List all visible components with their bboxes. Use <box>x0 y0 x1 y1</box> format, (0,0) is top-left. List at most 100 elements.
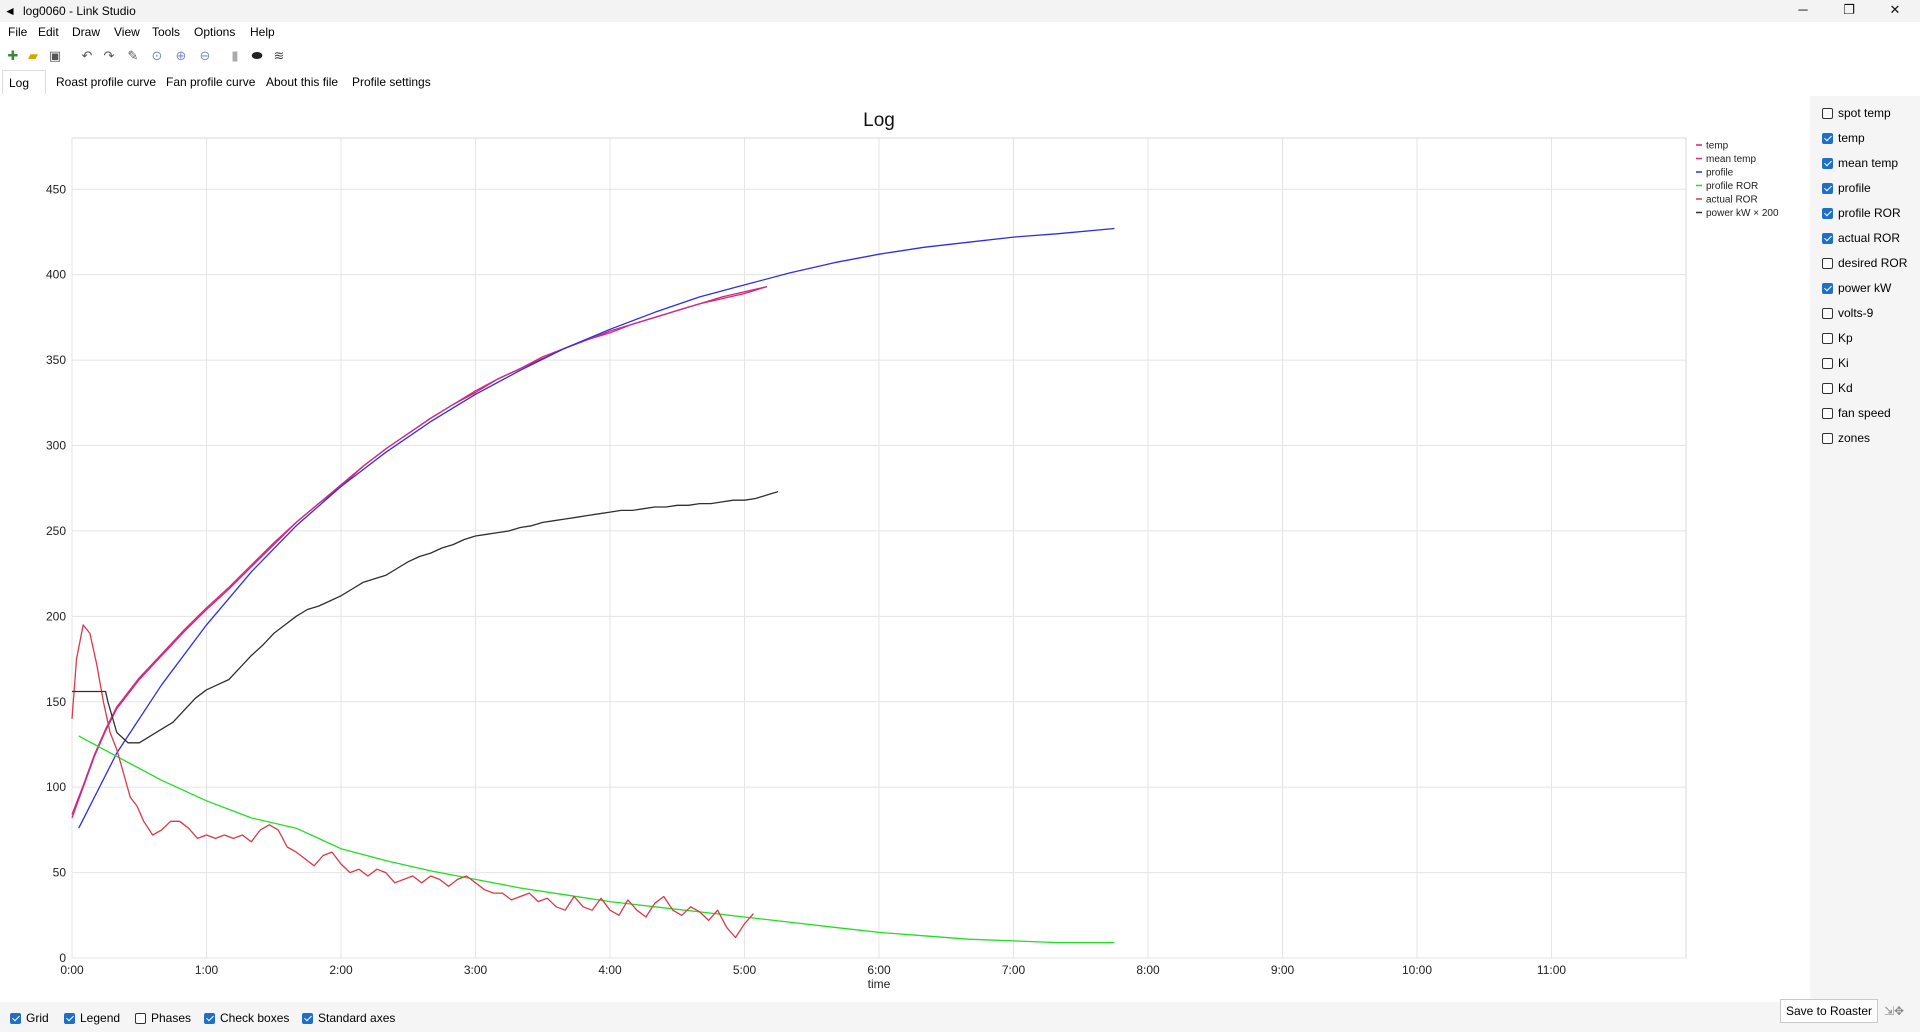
checkbox-box[interactable] <box>1822 107 1833 119</box>
legend-entry: profile <box>1706 168 1734 179</box>
tools-icon[interactable]: ✎ <box>124 47 142 65</box>
x-tick-label: 6:00 <box>867 963 891 977</box>
legend-entry: temp <box>1706 141 1729 152</box>
title-bar: ◄ log0060 - Link Studio ─ ❐ ✕ <box>0 0 1920 22</box>
tab-about-this-file[interactable]: About this file <box>266 70 338 94</box>
tab-roast-profile-curve[interactable]: Roast profile curve <box>56 70 156 94</box>
save-icon[interactable]: ▣ <box>46 47 64 65</box>
checkbox-temp[interactable]: temp <box>1822 129 1865 147</box>
y-tick-label: 450 <box>46 182 66 196</box>
checkbox-check-boxes[interactable]: Check boxes <box>204 1010 289 1026</box>
checkbox-mean-temp[interactable]: mean temp <box>1822 154 1898 172</box>
resize-icon[interactable]: ⇲✥ <box>1884 1004 1912 1022</box>
checkbox-box[interactable] <box>1822 282 1833 294</box>
legend-entry: actual ROR <box>1706 195 1758 206</box>
y-tick-label: 50 <box>53 866 67 880</box>
checkbox-power-kw[interactable]: power kW <box>1822 279 1891 297</box>
new-file-icon[interactable]: ✚ <box>4 47 22 65</box>
y-tick-label: 150 <box>46 695 66 709</box>
checkbox-legend[interactable]: Legend <box>64 1010 120 1026</box>
tab-fan-profile-curve[interactable]: Fan profile curve <box>166 70 255 94</box>
log-chart[interactable]: 0:00 1:00 2:00 3:00 4:00 5:00 6:00 7:00 8:00 9:00… <box>0 96 1810 1002</box>
checkbox-label: profile <box>1838 181 1871 195</box>
checkbox-label: Kd <box>1838 381 1853 395</box>
checkbox-standard-axes[interactable]: Standard axes <box>302 1010 395 1026</box>
zoom-icon[interactable]: ⊙ <box>148 47 166 65</box>
checkbox-box[interactable] <box>1822 207 1833 219</box>
checkbox-box[interactable] <box>204 1012 215 1024</box>
checkbox-profile[interactable]: profile <box>1822 179 1871 197</box>
checkbox-label: Check boxes <box>220 1011 290 1025</box>
checkbox-box[interactable] <box>1822 432 1833 444</box>
checkbox-label: power kW <box>1838 281 1892 295</box>
x-tick-label: 5:00 <box>733 963 757 977</box>
checkbox-box[interactable] <box>1822 407 1833 419</box>
checkbox-box[interactable] <box>64 1012 75 1024</box>
checkbox-box[interactable] <box>135 1012 146 1024</box>
checkbox-grid[interactable]: Grid <box>10 1010 49 1026</box>
x-tick-label: 8:00 <box>1136 963 1160 977</box>
zoom-in-icon[interactable]: ⊕ <box>172 47 190 65</box>
checkbox-label: Phases <box>151 1011 192 1025</box>
checkbox-label: actual ROR <box>1838 231 1901 245</box>
checkbox-box[interactable] <box>1822 357 1833 369</box>
checkbox-label: Standard axes <box>318 1011 396 1025</box>
checkbox-spot-temp[interactable]: spot temp <box>1822 104 1891 122</box>
checkbox-box[interactable] <box>1822 382 1833 394</box>
menu-options[interactable]: Options <box>194 25 235 39</box>
back-arrow-icon[interactable]: ◄ <box>4 4 18 18</box>
checkbox-box[interactable] <box>1822 182 1833 194</box>
menu-help[interactable]: Help <box>250 25 275 39</box>
checkbox-phases[interactable]: Phases <box>135 1010 191 1026</box>
checkbox-label: Grid <box>26 1011 49 1025</box>
open-folder-icon[interactable]: ▰ <box>24 47 42 65</box>
checkbox-kp[interactable]: Kp <box>1822 329 1853 347</box>
maximize-button[interactable]: ❐ <box>1826 0 1872 22</box>
legend-entry: power kW × 200 <box>1706 208 1779 219</box>
menu-file[interactable]: File <box>8 25 27 39</box>
checkbox-actual-ror[interactable]: actual ROR <box>1822 229 1900 247</box>
redo-icon[interactable]: ↷ <box>100 47 118 65</box>
checkbox-box[interactable] <box>1822 132 1833 144</box>
menu-draw[interactable]: Draw <box>72 25 100 39</box>
checkbox-kd[interactable]: Kd <box>1822 379 1853 397</box>
checkbox-ki[interactable]: Ki <box>1822 354 1849 372</box>
checkbox-box[interactable] <box>1822 157 1833 169</box>
y-tick-label: 300 <box>46 439 66 453</box>
minimize-button[interactable]: ─ <box>1780 0 1826 22</box>
y-tick-label: 350 <box>46 353 66 367</box>
bean-icon[interactable]: ⬬ <box>248 47 266 65</box>
checkbox-box[interactable] <box>1822 307 1833 319</box>
y-tick-label: 250 <box>46 524 66 538</box>
checkbox-box[interactable] <box>1822 257 1833 269</box>
checkbox-desired-ror[interactable]: desired ROR <box>1822 254 1907 272</box>
steam-icon[interactable]: ≋ <box>270 47 288 65</box>
divider-icon: ▮ <box>231 48 239 63</box>
close-button[interactable]: ✕ <box>1872 0 1918 22</box>
y-tick-label: 400 <box>46 268 66 282</box>
checkbox-box[interactable] <box>1822 332 1833 344</box>
checkbox-box[interactable] <box>302 1012 313 1024</box>
checkbox-volts-9[interactable]: volts-9 <box>1822 304 1873 322</box>
tab-bar: Log Roast profile curve Fan profile curv… <box>0 70 1920 97</box>
menu-edit[interactable]: Edit <box>38 25 59 39</box>
tab-profile-settings[interactable]: Profile settings <box>352 70 431 94</box>
checkbox-zones[interactable]: zones <box>1822 429 1870 447</box>
checkbox-box[interactable] <box>1822 232 1833 244</box>
x-tick-label: 11:00 <box>1537 963 1566 977</box>
menu-view[interactable]: View <box>114 25 140 39</box>
save-to-roaster-button[interactable]: Save to Roaster <box>1780 999 1878 1023</box>
tab-log[interactable]: Log <box>2 70 46 94</box>
zoom-out-icon[interactable]: ⊖ <box>196 47 214 65</box>
checkbox-profile-ror[interactable]: profile ROR <box>1822 204 1901 222</box>
undo-icon[interactable]: ↶ <box>78 47 96 65</box>
menu-bar: File Edit Draw View Tools Options Help <box>0 22 1920 42</box>
checkbox-label: zones <box>1838 431 1871 445</box>
checkbox-fan-speed[interactable]: fan speed <box>1822 404 1891 422</box>
checkbox-box[interactable] <box>10 1012 21 1024</box>
checkbox-label: profile ROR <box>1838 206 1901 220</box>
checkbox-label: fan speed <box>1838 406 1891 420</box>
x-tick-label: 1:00 <box>195 963 219 977</box>
menu-tools[interactable]: Tools <box>152 25 180 39</box>
checkbox-label: Ki <box>1838 356 1849 370</box>
